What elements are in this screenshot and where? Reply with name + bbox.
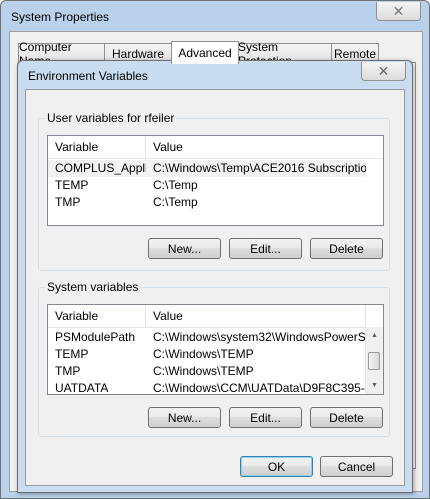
system-variables-list[interactable]: Variable Value PSModulePath C:\Windows\s…: [47, 304, 384, 395]
table-row[interactable]: UATDATA C:\Windows\CCM\UATData\D9F8C395-…: [48, 380, 366, 395]
table-row[interactable]: TMP C:\Windows\TEMP: [48, 363, 366, 380]
close-icon: ✕: [392, 2, 405, 19]
cancel-button[interactable]: Cancel: [320, 456, 393, 477]
system-delete-button[interactable]: Delete: [310, 407, 383, 428]
user-list-header: Variable Value: [48, 136, 383, 159]
vertical-scrollbar[interactable]: ▲ ▼: [365, 327, 383, 394]
variable-cell: TMP: [55, 364, 81, 378]
ok-button[interactable]: OK: [240, 456, 313, 477]
table-row[interactable]: TEMP C:\Temp: [48, 177, 366, 194]
close-button[interactable]: ✕: [376, 2, 421, 21]
value-cell: C:\Windows\system32\WindowsPowerS...: [153, 330, 366, 344]
system-edit-button[interactable]: Edit...: [229, 407, 302, 428]
value-cell: C:\Windows\Temp\ACE2016 Subscriptio...: [153, 161, 366, 175]
user-variables-list[interactable]: Variable Value COMPLUS_Appli... C:\Windo…: [47, 135, 384, 226]
table-row[interactable]: TEMP C:\Windows\TEMP: [48, 346, 366, 363]
dialog-client: User variables for rfeiler Variable Valu…: [25, 89, 405, 486]
dialog-close-button[interactable]: ✕: [361, 62, 406, 81]
variable-cell: TMP: [55, 195, 81, 209]
chevron-up-icon[interactable]: ▲: [366, 327, 383, 344]
user-variables-label: User variables for rfeiler: [45, 111, 177, 125]
value-cell: C:\Temp: [153, 195, 198, 209]
value-cell: C:\Windows\TEMP: [153, 364, 254, 378]
user-delete-button[interactable]: Delete: [310, 238, 383, 259]
variable-column-header[interactable]: Variable: [48, 305, 146, 327]
window-title: System Properties: [11, 10, 110, 24]
dialog-title: Environment Variables: [28, 69, 148, 83]
variable-cell: COMPLUS_Appli...: [55, 161, 146, 175]
user-edit-button[interactable]: Edit...: [229, 238, 302, 259]
tab-advanced[interactable]: Advanced: [171, 41, 239, 64]
scrollbar-thumb[interactable]: [368, 352, 380, 370]
variable-cell: PSModulePath: [55, 330, 136, 344]
user-new-button[interactable]: New...: [148, 238, 221, 259]
table-row[interactable]: TMP C:\Temp: [48, 194, 366, 211]
system-new-button[interactable]: New...: [148, 407, 221, 428]
system-variables-label: System variables: [45, 280, 141, 294]
value-cell: C:\Windows\TEMP: [153, 347, 254, 361]
variable-cell: TEMP: [55, 347, 89, 361]
chevron-down-icon[interactable]: ▼: [366, 377, 383, 394]
value-cell: C:\Temp: [153, 178, 198, 192]
variable-cell: UATDATA: [55, 381, 109, 395]
variable-column-header[interactable]: Variable: [48, 136, 146, 158]
variable-cell: TEMP: [55, 178, 89, 192]
system-list-header: Variable Value: [48, 305, 383, 328]
value-column-header[interactable]: Value: [146, 136, 383, 158]
value-column-header[interactable]: Value: [146, 305, 366, 327]
close-icon: ✕: [377, 62, 390, 79]
table-row[interactable]: PSModulePath C:\Windows\system32\Windows…: [48, 329, 366, 346]
environment-variables-dialog: Environment Variables ✕ User variables f…: [17, 60, 413, 493]
table-row[interactable]: COMPLUS_Appli... C:\Windows\Temp\ACE2016…: [48, 160, 366, 177]
value-cell: C:\Windows\CCM\UATData\D9F8C395-...: [153, 381, 366, 395]
